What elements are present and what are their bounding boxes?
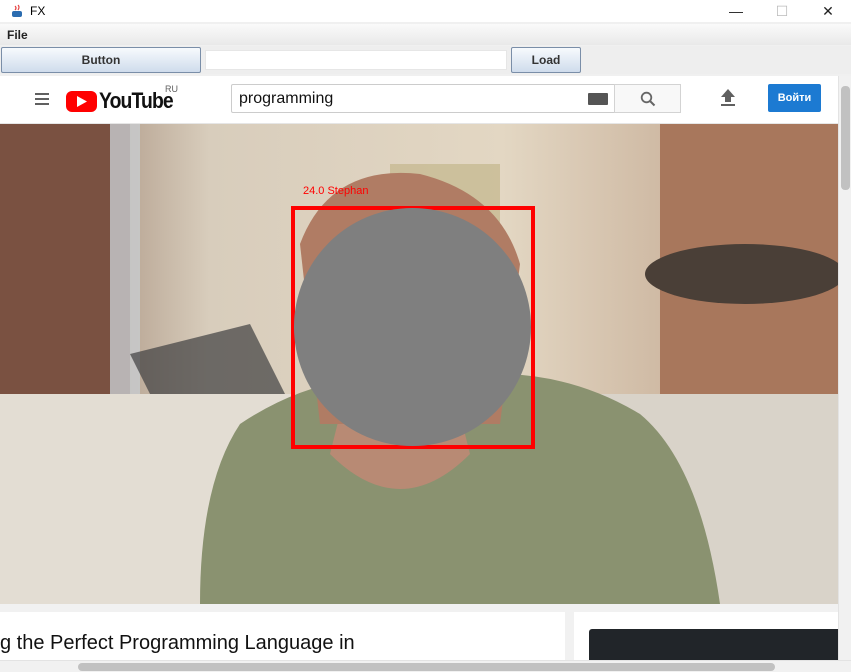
search-icon: [640, 91, 655, 106]
button-button[interactable]: Button: [1, 47, 201, 73]
keyboard-icon[interactable]: [588, 93, 608, 105]
horizontal-scroll-thumb[interactable]: [78, 663, 775, 671]
horizontal-scrollbar[interactable]: [0, 660, 851, 672]
browser-view: YouTube RU programming Войти 24.0 Stepha…: [0, 76, 851, 672]
search-input[interactable]: programming: [231, 84, 615, 113]
search-value: programming: [239, 90, 334, 107]
face-mask-circle: [294, 208, 531, 446]
java-app-icon: [12, 4, 22, 17]
search-button[interactable]: [614, 84, 681, 113]
toolbar: Button Load: [0, 46, 851, 74]
vertical-scroll-thumb[interactable]: [841, 86, 850, 190]
close-button[interactable]: ✕: [805, 0, 851, 22]
title-bar: FX — ☐ ✕: [0, 0, 851, 22]
region-code: RU: [165, 84, 178, 94]
vertical-scrollbar[interactable]: [838, 76, 851, 660]
url-field[interactable]: [205, 50, 507, 70]
youtube-logo-text: YouTube: [99, 88, 174, 113]
menu-file[interactable]: File: [0, 28, 35, 42]
detection-label: 24.0 Stephan: [303, 185, 369, 197]
upload-icon[interactable]: [719, 88, 737, 108]
app-window: FX — ☐ ✕ File Button Load YouTube RU pro…: [0, 0, 851, 672]
maximize-button[interactable]: ☐: [759, 0, 805, 22]
video-player[interactable]: 24.0 Stephan: [0, 124, 838, 604]
menu-bar: File: [0, 24, 851, 45]
video-title: g the Perfect Programming Language in: [0, 632, 355, 654]
minimize-button[interactable]: —: [713, 0, 759, 22]
load-button[interactable]: Load: [511, 47, 581, 73]
play-logo-icon: [66, 90, 97, 112]
youtube-header: YouTube RU programming Войти: [0, 76, 838, 124]
menu-icon[interactable]: [35, 93, 50, 105]
window-title: FX: [30, 4, 46, 18]
signin-button[interactable]: Войти: [768, 84, 821, 112]
